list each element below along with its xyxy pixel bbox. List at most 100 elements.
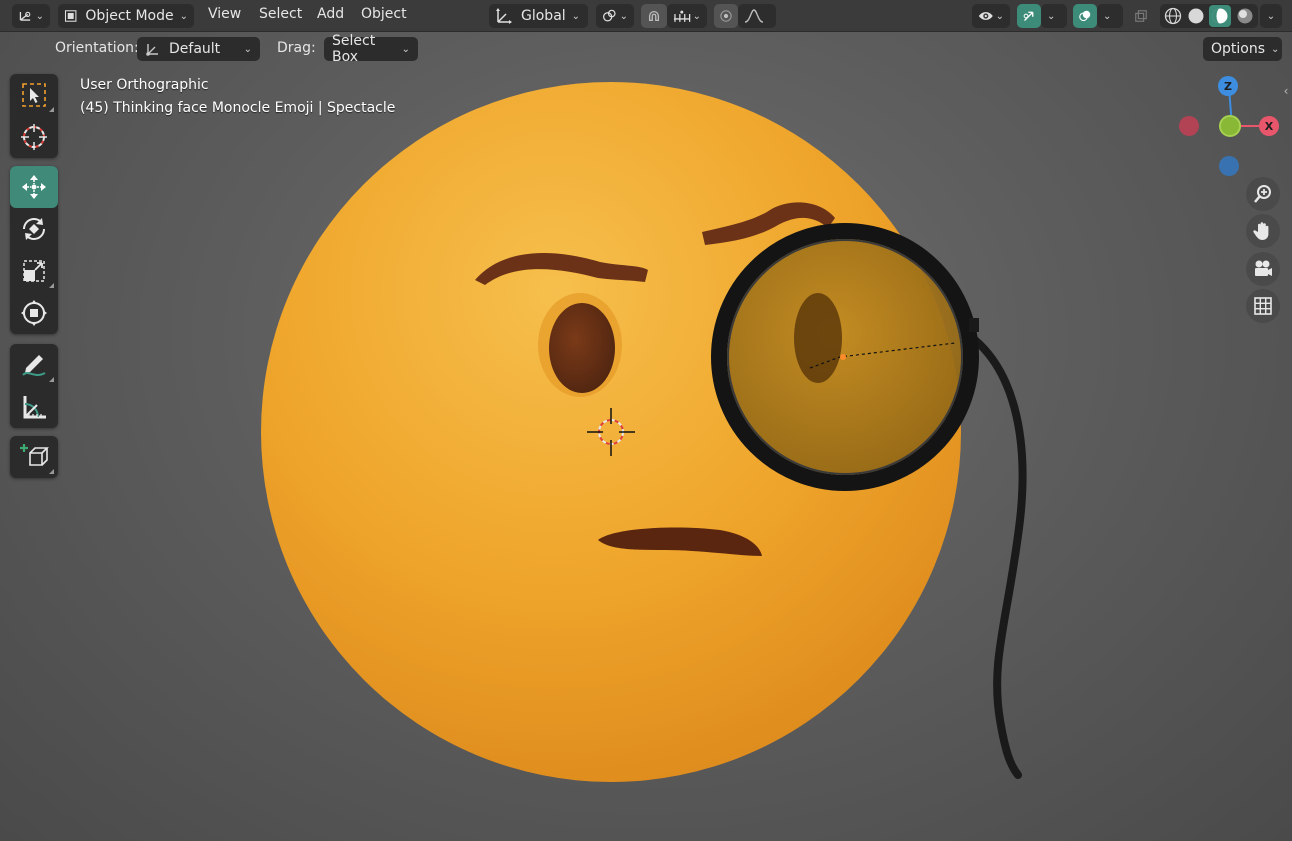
hand-pan-icon	[1253, 222, 1269, 240]
proportional-edit-toggle[interactable]	[714, 4, 738, 28]
ortho-toggle-button[interactable]	[1246, 289, 1280, 323]
tool-move[interactable]	[10, 166, 58, 208]
navigation-gizmo[interactable]: Z X	[1175, 74, 1285, 179]
gizmo-toggle[interactable]	[1017, 4, 1041, 28]
right-eye[interactable]	[794, 293, 842, 383]
orientation-label: Orientation:	[55, 40, 139, 56]
object-info: (45) Thinking face Monocle Emoji | Spect…	[80, 100, 396, 116]
camera-icon	[1255, 260, 1272, 276]
material-preview-icon[interactable]	[1209, 5, 1232, 27]
chevron-down-icon: ⌄	[692, 10, 701, 22]
sidebar-toggle[interactable]: ‹	[1280, 82, 1292, 100]
rotate-icon	[23, 218, 45, 240]
drag-value: Select Box	[332, 33, 376, 65]
eye-icon	[978, 12, 993, 20]
gizmo-arrow-icon	[1023, 11, 1034, 21]
chevron-down-icon: ⌄	[1266, 10, 1276, 22]
solid-icon[interactable]	[1187, 7, 1205, 25]
xray-icon	[1135, 10, 1147, 22]
pivot-link-icon	[603, 9, 616, 22]
overlay-circles-icon	[1079, 10, 1091, 22]
menu-view[interactable]: View	[208, 6, 241, 26]
tool-measure[interactable]	[10, 386, 58, 428]
overlay-toggle[interactable]	[1073, 4, 1097, 28]
orientation-dropdown[interactable]: Default ⌄	[137, 37, 260, 61]
grid-view-icon	[1254, 297, 1272, 315]
tool-transform[interactable]	[10, 292, 58, 334]
options-dropdown[interactable]: Options ⌄	[1203, 37, 1282, 61]
toolbar-group-transform	[10, 166, 58, 334]
axis-neg-x[interactable]	[1179, 116, 1199, 136]
axis-y[interactable]	[1219, 115, 1241, 137]
tool-select-box[interactable]	[10, 74, 58, 116]
overlay-dropdown[interactable]: ⌄	[1097, 4, 1123, 28]
add-cube-icon	[20, 444, 49, 466]
chevron-down-icon: ⌄	[619, 10, 628, 22]
menu-select[interactable]: Select	[259, 6, 302, 26]
axis-z[interactable]: Z	[1218, 76, 1238, 96]
zoom-button[interactable]	[1246, 177, 1280, 211]
cursor-icon	[21, 124, 47, 150]
viewport-header: ⌄ Object Mode ⌄ View Select Add Object G…	[0, 0, 1292, 32]
zoom-icon	[1254, 185, 1271, 203]
scale-icon	[23, 260, 45, 282]
object-origin	[840, 354, 846, 360]
falloff-curve-icon	[744, 9, 764, 23]
chevron-down-icon: ⌄	[35, 10, 44, 22]
tool-scale[interactable]	[10, 250, 58, 292]
gizmo-dropdown[interactable]: ⌄	[1041, 4, 1067, 28]
editor-type-button[interactable]: ⌄	[12, 4, 50, 28]
scene-render[interactable]	[0, 0, 1292, 841]
drag-dropdown[interactable]: Select Box ⌄	[324, 33, 418, 65]
chevron-left-icon: ‹	[1283, 84, 1289, 98]
chevron-down-icon: ⌄	[995, 10, 1004, 22]
tool-annotate[interactable]	[10, 344, 58, 386]
snap-magnet-icon	[648, 10, 660, 22]
3d-viewport[interactable]: User Orthographic (45) Thinking face Mon…	[0, 0, 1292, 841]
transform-icon	[21, 300, 47, 326]
xray-toggle[interactable]	[1128, 4, 1154, 28]
toolbar-group-select	[10, 74, 58, 158]
chevron-down-icon: ⌄	[243, 43, 252, 55]
mode-label: Object Mode	[85, 8, 174, 24]
chevron-down-icon: ⌄	[1103, 10, 1112, 22]
visibility-dropdown[interactable]: ⌄	[972, 4, 1010, 28]
axis-neg-z[interactable]	[1219, 156, 1239, 176]
measure-icon	[23, 396, 46, 419]
shading-dropdown[interactable]: ⌄	[1260, 4, 1282, 28]
orientation-value: Default	[169, 41, 221, 57]
chevron-down-icon: ⌄	[179, 10, 188, 22]
proportional-edit-icon	[720, 10, 732, 22]
snap-increment-icon	[673, 10, 691, 22]
rendered-icon[interactable]	[1236, 7, 1254, 25]
mode-dropdown[interactable]: Object Mode ⌄	[58, 4, 194, 28]
pivot-point-dropdown[interactable]: ⌄	[596, 4, 634, 28]
wireframe-icon[interactable]	[1164, 7, 1182, 25]
axis-x[interactable]: X	[1259, 116, 1279, 136]
options-label: Options	[1211, 41, 1266, 57]
chevron-down-icon: ⌄	[401, 43, 410, 55]
monocle-chain[interactable]	[971, 336, 1027, 779]
orientation-icon	[496, 8, 512, 24]
tool-cursor[interactable]	[10, 116, 58, 158]
left-eye[interactable]	[549, 303, 615, 393]
toolbar-group-add	[10, 436, 58, 478]
orientation-icon	[146, 44, 158, 56]
menu-object[interactable]: Object	[361, 6, 407, 26]
camera-view-button[interactable]	[1246, 252, 1280, 286]
transform-orientation-dropdown[interactable]: Global ⌄	[489, 4, 588, 28]
chevron-down-icon: ⌄	[571, 10, 581, 22]
annotate-icon	[22, 355, 46, 376]
menu-add[interactable]: Add	[317, 6, 344, 26]
snap-toggle[interactable]	[641, 4, 667, 28]
toolbar-group-annotate	[10, 344, 58, 428]
drag-label: Drag:	[277, 40, 316, 56]
move-icon	[22, 175, 46, 199]
falloff-dropdown[interactable]	[738, 4, 776, 28]
select-box-icon	[22, 83, 46, 107]
snap-target-dropdown[interactable]: ⌄	[667, 4, 707, 28]
tool-rotate[interactable]	[10, 208, 58, 250]
chevron-down-icon: ⌄	[1271, 43, 1280, 55]
tool-add-cube[interactable]	[10, 436, 58, 478]
pan-button[interactable]	[1246, 214, 1280, 248]
